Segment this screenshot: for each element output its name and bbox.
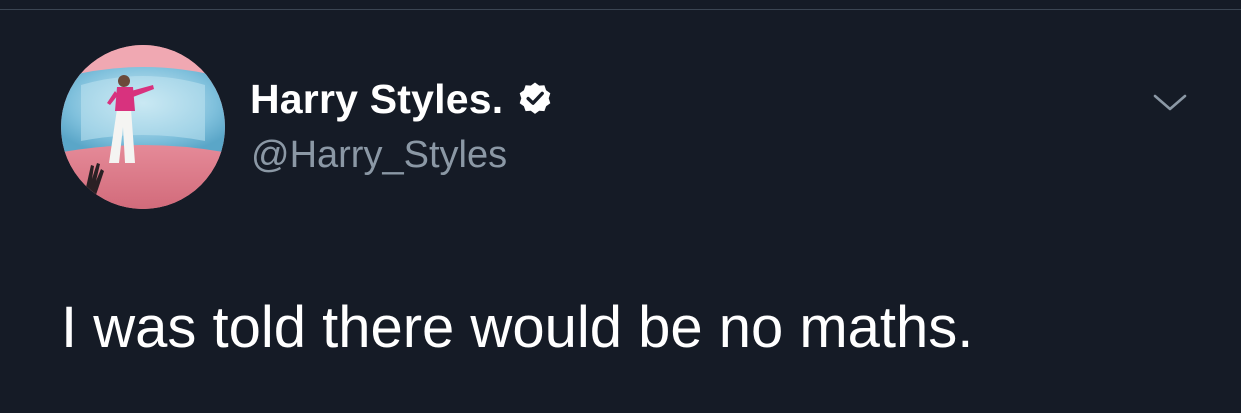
- avatar-image: [61, 45, 225, 209]
- tweet-menu-button[interactable]: [1148, 85, 1192, 121]
- display-name[interactable]: Harry Styles.: [250, 74, 503, 124]
- verified-badge-icon: [517, 81, 553, 117]
- tweet-text: I was told there would be no maths.: [61, 295, 974, 360]
- author-name-row[interactable]: Harry Styles.: [250, 74, 553, 124]
- chevron-down-icon: [1153, 94, 1187, 111]
- author-handle[interactable]: @Harry_Styles: [251, 132, 507, 178]
- tweet-card: Harry Styles. @Harry_Styles I was told t…: [0, 0, 1241, 413]
- avatar[interactable]: [61, 45, 225, 209]
